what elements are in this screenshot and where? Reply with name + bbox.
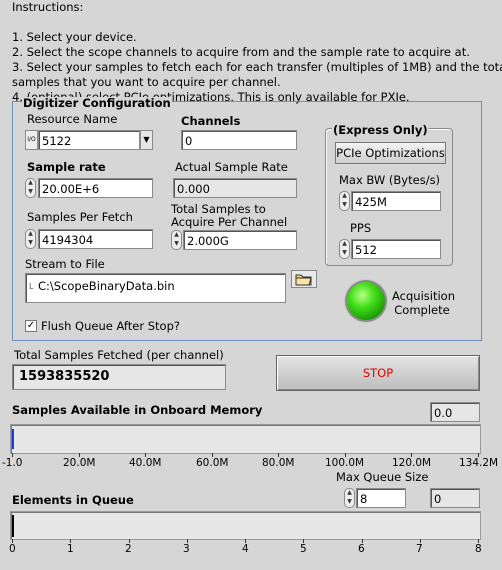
actual-sample-rate-label: Actual Sample Rate — [175, 160, 288, 174]
express-only-title: (Express Only) — [332, 123, 429, 137]
resource-name-label: Resource Name — [27, 112, 118, 126]
resource-name-select[interactable]: I/O 5122 ▼ — [25, 130, 153, 150]
instruction-line-3: 3. Select your samples to fetch each for… — [12, 60, 502, 74]
channels-label: Channels — [181, 114, 241, 128]
onboard-memory-tick-label: 80.0M — [262, 457, 295, 469]
queue-tick-label: 5 — [300, 543, 307, 555]
pcie-optimizations-button[interactable]: PCIe Optimizations — [335, 142, 446, 164]
sample-rate-stepper[interactable]: ▲ ▼ — [25, 178, 36, 198]
elements-in-queue-bar — [10, 511, 481, 540]
folder-icon — [295, 274, 312, 286]
onboard-memory-tick-label: 20.0M — [63, 457, 96, 469]
onboard-memory-tick-label: 120.0M — [392, 457, 432, 469]
elements-in-queue-bar-fill — [12, 515, 14, 537]
onboard-memory-tick-label: 40.0M — [129, 457, 162, 469]
max-queue-size-label: Max Queue Size — [336, 470, 429, 484]
total-samples-fetched-label: Total Samples Fetched (per channel) — [14, 348, 224, 362]
onboard-memory-tick-label: 60.0M — [196, 457, 229, 469]
digitizer-config-title: Digitizer Configuration — [22, 96, 172, 110]
samples-per-fetch-stepper[interactable]: ▲ ▼ — [25, 229, 36, 249]
instruction-line-1: 1. Select your device. — [12, 30, 137, 44]
flush-queue-label: Flush Queue After Stop? — [41, 319, 180, 333]
onboard-memory-bar — [10, 424, 481, 454]
instruction-line-4: samples that you want to acquire per cha… — [12, 75, 281, 89]
sample-rate-label: Sample rate — [27, 160, 106, 174]
pps-field[interactable]: 512 — [351, 239, 441, 259]
acquisition-complete-label: Acquisition Complete — [392, 289, 455, 317]
queue-tick-label: 8 — [475, 543, 482, 555]
total-samples-field[interactable]: 2.000G — [183, 230, 297, 250]
max-queue-size-field[interactable]: 8 — [356, 488, 406, 508]
stop-button[interactable]: STOP — [276, 355, 480, 391]
actual-sample-rate-value: 0.000 — [173, 178, 297, 198]
queue-tick-label: 6 — [358, 543, 365, 555]
max-bw-stepper[interactable]: ▲ ▼ — [339, 191, 350, 211]
channels-field[interactable]: 0 — [181, 130, 297, 150]
stream-to-file-label: Stream to File — [25, 257, 105, 271]
max-bw-label: Max BW (Bytes/s) — [339, 173, 441, 187]
stream-to-file-path[interactable]: L C:\ScopeBinaryData.bin — [25, 273, 286, 303]
queue-tick-label: 4 — [242, 543, 249, 555]
folder-browse-button[interactable] — [291, 270, 317, 288]
instructions-heading: Instructions: — [12, 0, 84, 14]
instruction-line-2: 2. Select the scope channels to acquire … — [12, 45, 470, 59]
onboard-memory-tick-label: 134.2M — [459, 457, 499, 469]
queue-tick-label: 1 — [67, 543, 74, 555]
total-samples-fetched-value: 1593835520 — [12, 364, 226, 390]
queue-readout: 0 — [430, 488, 480, 508]
onboard-memory-tick-label: 100.0M — [325, 457, 365, 469]
queue-tick-label: 7 — [416, 543, 423, 555]
total-samples-stepper[interactable]: ▲ ▼ — [171, 230, 182, 250]
instructions-text: Instructions: 1. Select your device. 2. … — [12, 0, 502, 105]
acquisition-led-indicator — [347, 282, 385, 320]
max-bw-field[interactable]: 425M — [351, 191, 441, 211]
pps-stepper[interactable]: ▲ ▼ — [339, 239, 350, 259]
samples-per-fetch-label: Samples Per Fetch — [27, 210, 133, 224]
queue-tick-label: 0 — [9, 543, 16, 555]
samples-per-fetch-field[interactable]: 4194304 — [38, 229, 153, 249]
max-queue-stepper[interactable]: ▲ ▼ — [344, 488, 355, 508]
queue-tick-label: 3 — [183, 543, 190, 555]
onboard-memory-bar-fill — [12, 429, 14, 449]
onboard-memory-label: Samples Available in Onboard Memory — [12, 403, 263, 417]
queue-tick-label: 2 — [125, 543, 132, 555]
flush-queue-checkbox[interactable]: ✓ — [25, 320, 37, 332]
pps-label: PPS — [350, 221, 372, 235]
onboard-memory-readout: 0.0 — [430, 402, 480, 422]
path-icon: L — [29, 282, 34, 291]
io-icon: I/O — [25, 130, 38, 150]
onboard-memory-tick-label: -1.0 — [2, 457, 23, 469]
elements-in-queue-label: Elements in Queue — [12, 493, 134, 507]
chevron-down-icon[interactable]: ▼ — [140, 130, 153, 150]
stream-to-file-value: C:\ScopeBinaryData.bin — [38, 279, 175, 293]
sample-rate-field[interactable]: 20.00E+6 — [38, 178, 153, 198]
resource-name-value: 5122 — [38, 130, 140, 150]
total-samples-label: Total Samples to Acquire Per Channel — [171, 203, 288, 229]
